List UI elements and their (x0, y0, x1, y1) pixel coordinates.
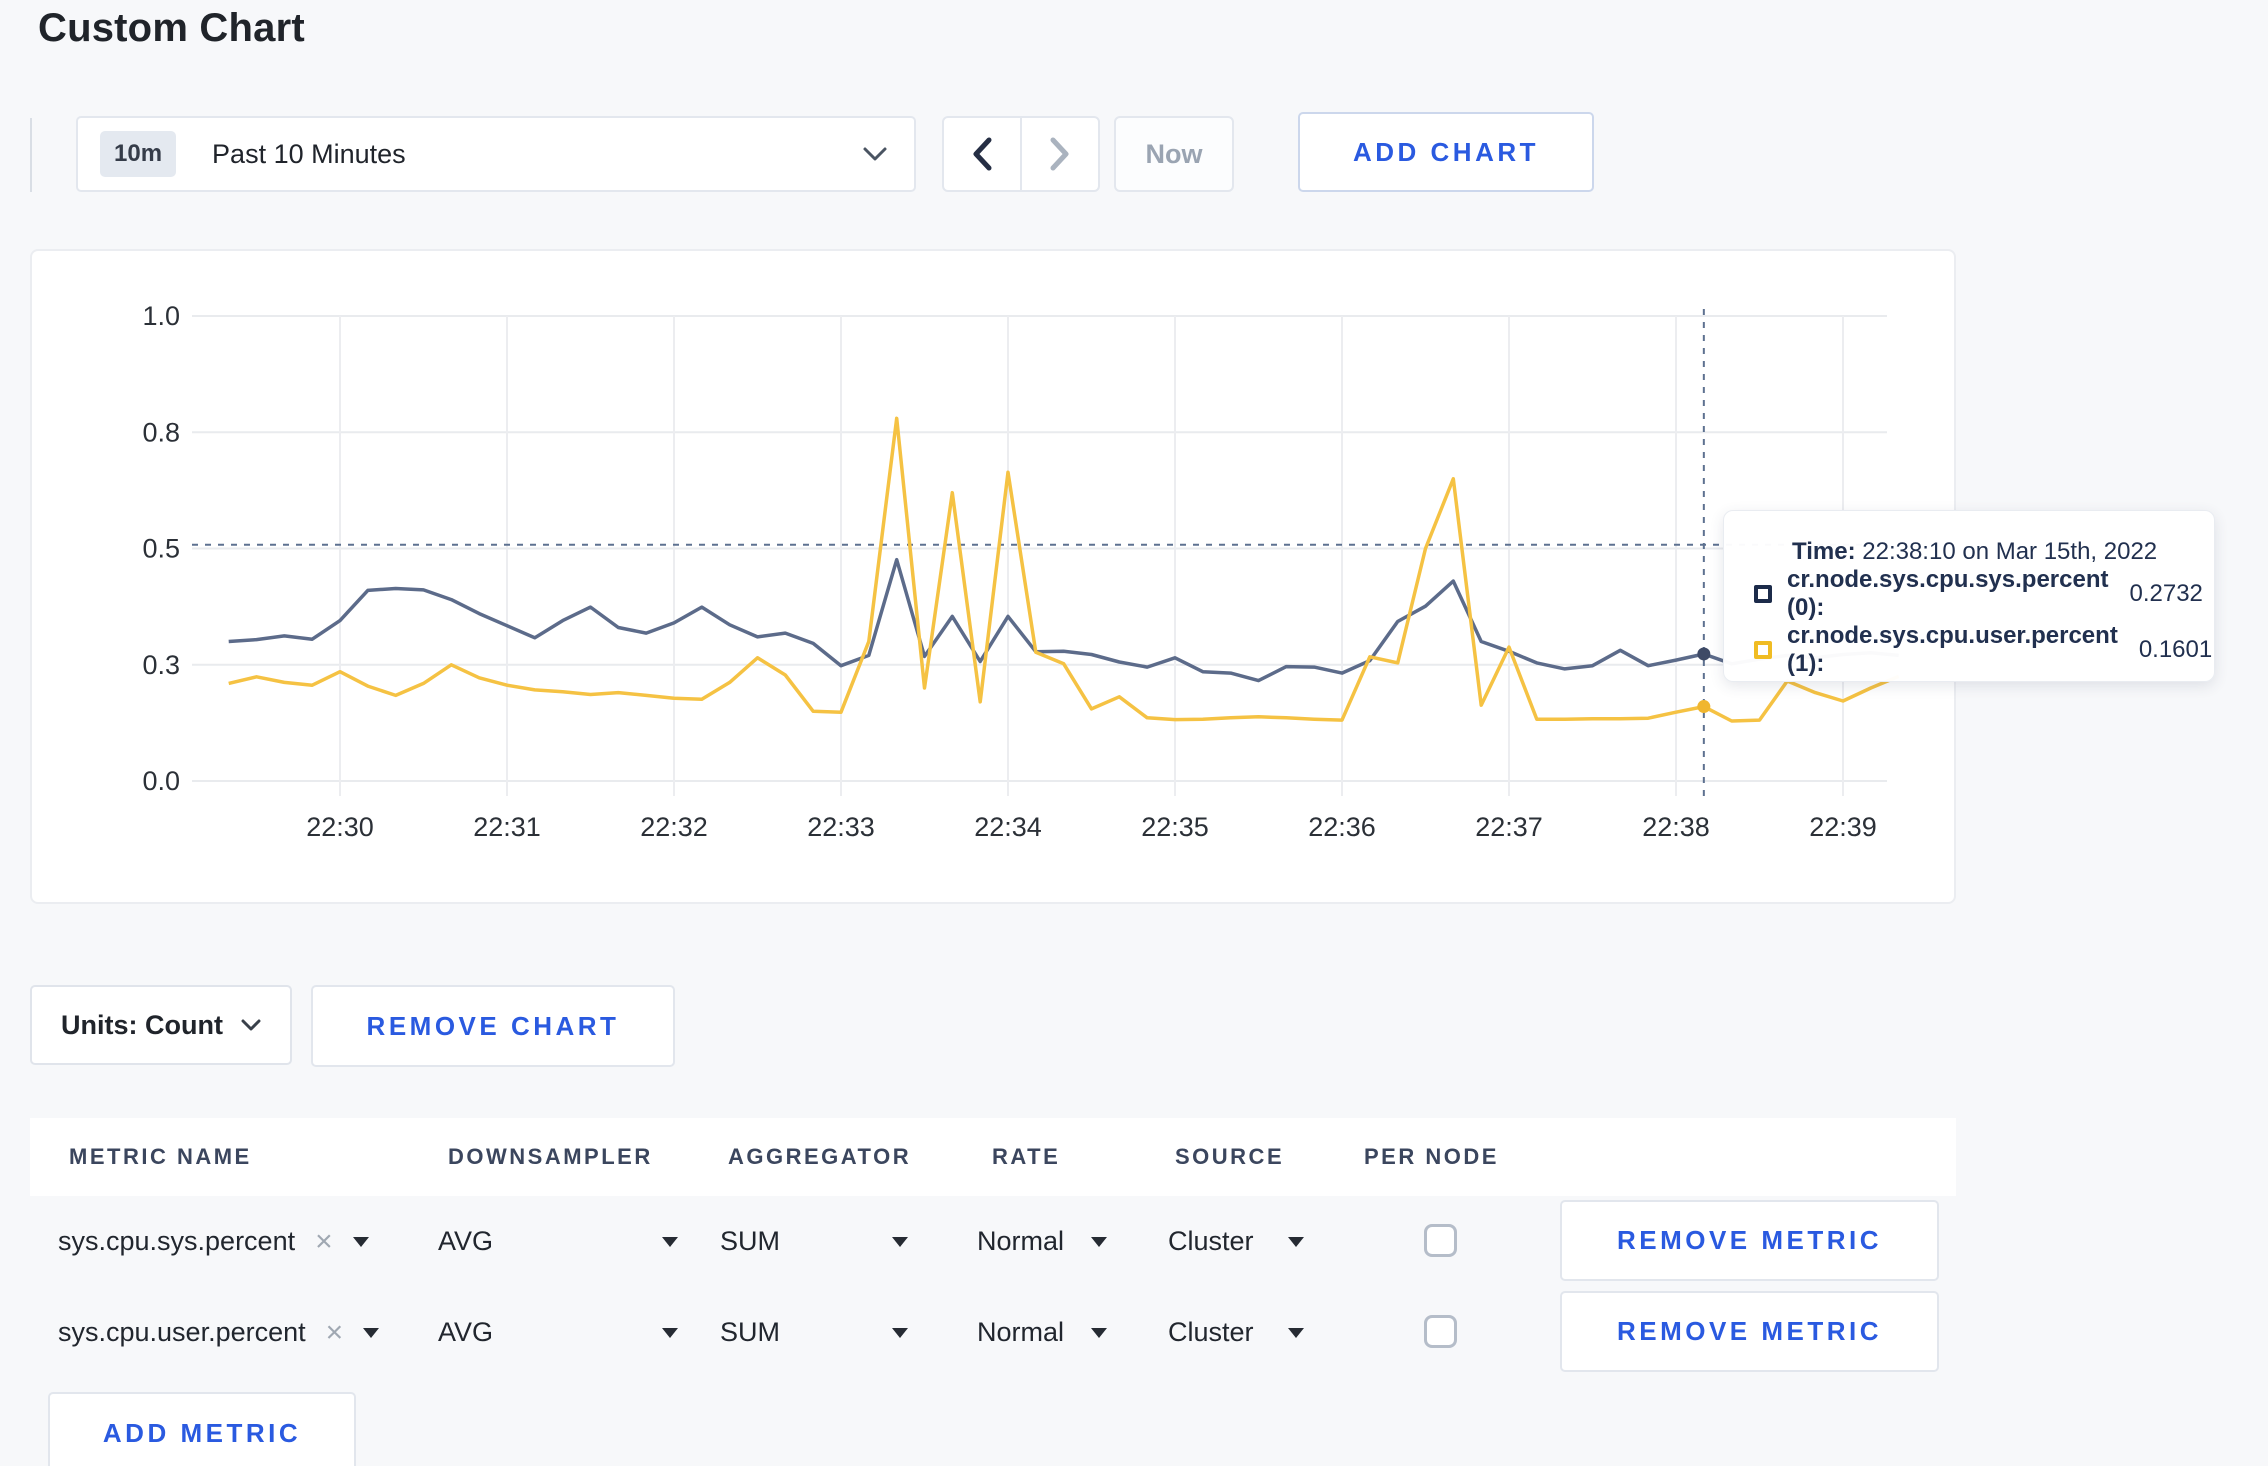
caret-down-icon (1288, 1236, 1304, 1247)
caret-down-icon (1091, 1236, 1107, 1247)
svg-text:22:32: 22:32 (640, 812, 708, 842)
crosshair-tooltip: Time: 22:38:10 on Mar 15th, 2022 cr.node… (1723, 510, 2215, 682)
metric-name-select[interactable]: sys.cpu.sys.percent × (58, 1196, 369, 1287)
rate-value: Normal (977, 1226, 1065, 1256)
column-header-downsampler: DOWNSAMPLER (448, 1144, 653, 1169)
time-range-arrows (942, 116, 1100, 192)
svg-text:22:33: 22:33 (807, 812, 875, 842)
column-header-aggregator: AGGREGATOR (728, 1144, 912, 1169)
caret-down-icon (662, 1327, 678, 1338)
tooltip-series-value: 0.1601 (2138, 636, 2213, 663)
clear-metric-icon[interactable]: × (326, 1316, 344, 1350)
svg-text:22:39: 22:39 (1809, 812, 1877, 842)
rate-value: Normal (977, 1317, 1065, 1347)
rate-select[interactable]: Normal (977, 1196, 1107, 1287)
chevron-right-icon (1050, 137, 1069, 171)
caret-down-icon (892, 1327, 908, 1338)
prev-range-button[interactable] (944, 118, 1022, 190)
aggregator-select[interactable]: SUM (720, 1196, 908, 1287)
series-swatch-sys (1754, 585, 1772, 603)
per-node-checkbox[interactable] (1424, 1224, 1457, 1257)
svg-text:22:34: 22:34 (974, 812, 1042, 842)
aggregator-select[interactable]: SUM (720, 1287, 908, 1378)
metric-row: sys.cpu.sys.percent × AVG SUM Normal Clu… (30, 1196, 1956, 1287)
per-node-checkbox[interactable] (1424, 1315, 1457, 1348)
downsampler-value: AVG (438, 1317, 494, 1347)
column-header-source: SOURCE (1175, 1144, 1285, 1169)
line-chart[interactable]: 0.0 0.3 0.5 0.8 1.0 22:30 22:31 22:32 22:33 22:34… (32, 251, 1958, 906)
metric-name-value: sys.cpu.sys.percent (58, 1226, 296, 1256)
metric-row: sys.cpu.user.percent × AVG SUM Normal Cl… (30, 1287, 1956, 1378)
svg-text:0.8: 0.8 (142, 417, 180, 447)
svg-text:0.3: 0.3 (142, 650, 180, 680)
tooltip-series-label: cr.node.sys.cpu.sys.percent (0): (1787, 566, 2109, 621)
caret-down-icon (1091, 1327, 1107, 1338)
downsampler-value: AVG (438, 1226, 494, 1256)
svg-text:0.0: 0.0 (142, 766, 180, 796)
svg-text:0.5: 0.5 (142, 534, 180, 564)
timeframe-label: Past 10 Minutes (212, 138, 406, 169)
tooltip-series-row: cr.node.sys.cpu.sys.percent (0): 0.2732 (1754, 566, 2203, 622)
metrics-table: METRIC NAME DOWNSAMPLER AGGREGATOR RATE … (30, 1118, 1956, 1475)
tooltip-time: Time: 22:38:10 on Mar 15th, 2022 (1792, 538, 2194, 566)
caret-down-icon (662, 1236, 678, 1247)
remove-metric-button[interactable]: REMOVE METRIC (1560, 1200, 1939, 1281)
units-label: Units: Count (61, 1009, 223, 1040)
clear-metric-icon[interactable]: × (315, 1225, 333, 1259)
remove-chart-button[interactable]: REMOVE CHART (311, 985, 675, 1067)
tooltip-time-label: Time: (1792, 538, 1856, 565)
column-header-per-node: PER NODE (1364, 1144, 1499, 1169)
column-header-metric-name: METRIC NAME (69, 1144, 252, 1169)
metric-name-value: sys.cpu.user.percent (58, 1317, 306, 1347)
downsampler-select[interactable]: AVG (438, 1196, 678, 1287)
caret-down-icon (363, 1327, 380, 1338)
source-value: Cluster (1168, 1226, 1254, 1256)
svg-text:22:31: 22:31 (473, 812, 541, 842)
tooltip-time-value: 22:38:10 on Mar 15th, 2022 (1862, 538, 2158, 565)
tooltip-series-label: cr.node.sys.cpu.user.percent (1): (1787, 622, 2118, 677)
caret-down-icon (352, 1236, 369, 1247)
svg-text:22:35: 22:35 (1141, 812, 1209, 842)
svg-text:22:30: 22:30 (306, 812, 374, 842)
tooltip-series-row: cr.node.sys.cpu.user.percent (1): 0.1601 (1754, 622, 2212, 678)
rate-select[interactable]: Normal (977, 1287, 1107, 1378)
svg-text:22:37: 22:37 (1475, 812, 1543, 842)
add-chart-button[interactable]: ADD CHART (1298, 112, 1594, 192)
timeframe-select[interactable]: 10m Past 10 Minutes (76, 116, 916, 192)
column-header-rate: RATE (992, 1144, 1061, 1169)
remove-metric-button[interactable]: REMOVE METRIC (1560, 1291, 1939, 1372)
svg-text:1.0: 1.0 (142, 301, 180, 331)
svg-text:22:36: 22:36 (1308, 812, 1376, 842)
caret-down-icon (1288, 1327, 1304, 1338)
aggregator-value: SUM (720, 1317, 780, 1347)
chevron-down-icon (863, 147, 887, 161)
metric-name-select[interactable]: sys.cpu.user.percent × (58, 1287, 380, 1378)
next-range-button[interactable] (1022, 118, 1098, 190)
svg-text:22:38: 22:38 (1642, 812, 1710, 842)
source-select[interactable]: Cluster (1168, 1196, 1304, 1287)
metrics-table-header: METRIC NAME DOWNSAMPLER AGGREGATOR RATE … (30, 1118, 1956, 1196)
add-metric-button[interactable]: ADD METRIC (48, 1392, 356, 1475)
source-value: Cluster (1168, 1317, 1254, 1347)
toolbar-divider (30, 118, 32, 192)
chevron-down-icon (241, 1019, 261, 1030)
now-button[interactable]: Now (1114, 116, 1234, 192)
tooltip-series-value: 0.2732 (2129, 580, 2203, 607)
timeframe-badge: 10m (100, 131, 177, 177)
aggregator-value: SUM (720, 1226, 780, 1256)
chart-card: 0.0 0.3 0.5 0.8 1.0 22:30 22:31 22:32 22:33 22:34… (30, 249, 1956, 904)
downsampler-select[interactable]: AVG (438, 1287, 678, 1378)
caret-down-icon (892, 1236, 908, 1247)
footer-strip (0, 1466, 2268, 1478)
units-select[interactable]: Units: Count (30, 985, 292, 1065)
page-title: Custom Chart (38, 6, 305, 50)
series-swatch-user (1754, 641, 1772, 659)
chevron-left-icon (973, 137, 992, 171)
source-select[interactable]: Cluster (1168, 1287, 1304, 1378)
